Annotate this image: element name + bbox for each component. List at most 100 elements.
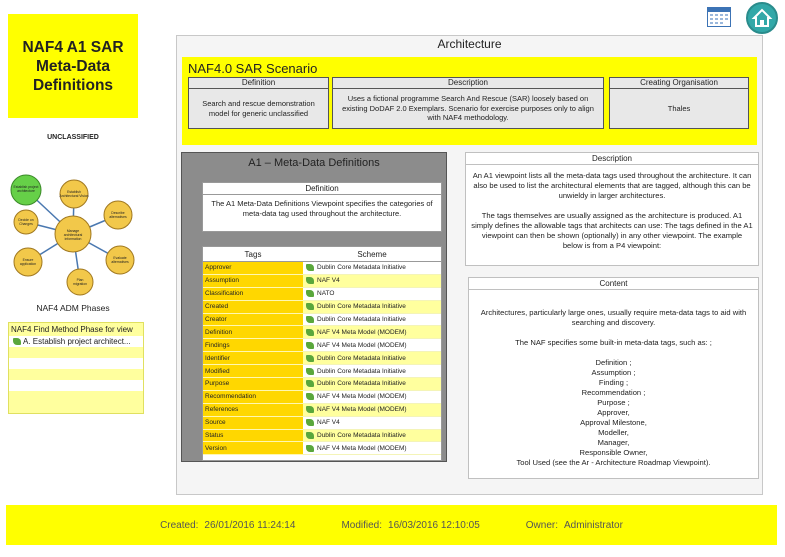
- modified-label: Modified:: [341, 519, 383, 531]
- page-title: NAF4 A1 SAR Meta-Data Definitions: [8, 14, 138, 118]
- tag-name: Modified: [203, 365, 303, 379]
- content-text: Architectures, particularly large ones, …: [480, 308, 747, 467]
- element-icon: [306, 264, 314, 272]
- table-row[interactable]: Version NAF V4 Meta Model (MODEM): [203, 442, 441, 456]
- tag-scheme: Dublin Core Metadata Initiative: [317, 303, 406, 311]
- table-row[interactable]: Creator Dublin Core Metadata Initiative: [203, 313, 441, 327]
- scenario-title: NAF4.0 SAR Scenario: [188, 61, 318, 76]
- scenario-description-text: Uses a fictional programme Search And Re…: [342, 94, 594, 123]
- find-method-item-label: A. Establish project architect...: [23, 337, 131, 346]
- scenario-organisation-box: Creating Organisation Thales: [609, 77, 749, 129]
- description-header: Description: [466, 153, 758, 165]
- adm-phases-diagram[interactable]: Establish project architecture Establish…: [6, 170, 140, 298]
- element-icon: [306, 316, 314, 323]
- tag-name: Purpose: [203, 378, 303, 391]
- table-row[interactable]: References NAF V4 Meta Model (MODEM): [203, 403, 441, 417]
- element-icon: [306, 303, 314, 311]
- table-row[interactable]: Findings NAF V4 Meta Model (MODEM): [203, 339, 441, 353]
- scheme-column-header: Scheme: [357, 249, 387, 259]
- table-row[interactable]: Created Dublin Core Metadata Initiative: [203, 300, 441, 314]
- tag-name: Creator: [203, 313, 303, 327]
- svg-text:alternatives: alternatives: [109, 215, 127, 219]
- description-panel: Description An A1 viewpoint lists all th…: [465, 152, 759, 266]
- tag-scheme: Dublin Core Metadata Initiative: [317, 432, 406, 440]
- content-header: Content: [469, 278, 758, 290]
- owner-value: Administrator: [564, 519, 623, 531]
- table-row[interactable]: Purpose Dublin Core Metadata Initiative: [203, 378, 441, 391]
- list-item: [9, 369, 143, 380]
- tag-scheme: NAF V4: [317, 277, 340, 285]
- tag-name: Assumption: [203, 274, 303, 288]
- owner-label: Owner:: [525, 519, 559, 531]
- tag-scheme: NATO: [317, 290, 335, 298]
- tag-scheme: Dublin Core Metadata Initiative: [317, 367, 406, 375]
- scenario-definition-header: Definition: [189, 78, 328, 89]
- tag-scheme: NAF V4: [317, 419, 340, 427]
- a1-definition-text: The A1 Meta-Data Definitions Viewpoint s…: [211, 199, 433, 218]
- tag-name: Recommendation: [203, 390, 303, 404]
- tag-scheme: NAF V4 Meta Model (MODEM): [317, 406, 407, 414]
- svg-text:migration: migration: [73, 282, 87, 286]
- description-text: An A1 viewpoint lists all the meta-data …: [471, 171, 753, 250]
- svg-text:alternatives: alternatives: [111, 260, 129, 264]
- tags-column-header: Tags: [244, 249, 262, 259]
- svg-text:architecture: architecture: [17, 189, 35, 193]
- table-row[interactable]: Status Dublin Core Metadata Initiative: [203, 429, 441, 443]
- footer-bar: Created: 26/01/2016 11:24:14 Modified: 1…: [6, 505, 777, 545]
- table-row[interactable]: Source NAF V4: [203, 416, 441, 430]
- element-icon: [13, 338, 21, 345]
- a1-definition-box: Definition The A1 Meta-Data Definitions …: [202, 182, 442, 232]
- svg-text:information: information: [65, 237, 82, 241]
- tag-name: Findings: [203, 339, 303, 353]
- element-icon: [306, 290, 314, 298]
- tag-scheme: Dublin Core Metadata Initiative: [317, 264, 406, 272]
- calendar-icon[interactable]: [707, 7, 731, 27]
- scenario-definition-box: Definition Search and rescue demonstrati…: [188, 77, 329, 129]
- element-icon: [306, 328, 314, 336]
- table-row[interactable]: Assumption NAF V4: [203, 274, 441, 288]
- tag-name: Definition: [203, 326, 303, 340]
- created-value: 26/01/2016 11:24:14: [204, 519, 296, 531]
- created-label: Created:: [160, 519, 199, 531]
- a1-title: A1 – Meta-Data Definitions: [248, 157, 380, 169]
- tag-name: Source: [203, 416, 303, 430]
- tag-name: Classification: [203, 287, 303, 301]
- svg-text:Architectural Vision: Architectural Vision: [60, 194, 89, 198]
- tag-name: Identifier: [203, 352, 303, 366]
- modified-value: 16/03/2016 12:10:05: [388, 519, 480, 531]
- table-row[interactable]: Recommendation NAF V4 Meta Model (MODEM): [203, 390, 441, 404]
- tag-name: Status: [203, 429, 303, 443]
- tag-scheme: NAF V4 Meta Model (MODEM): [317, 341, 407, 349]
- element-icon: [306, 277, 314, 285]
- tag-name: Version: [203, 442, 303, 456]
- tags-table-body: Approver Dublin Core Metadata Initiative …: [203, 262, 441, 456]
- find-method-item[interactable]: A. Establish project architect...: [9, 336, 143, 347]
- tag-scheme: Dublin Core Metadata Initiative: [317, 316, 406, 323]
- table-row[interactable]: Classification NATO: [203, 287, 441, 301]
- tag-name: Approver: [203, 262, 303, 275]
- list-item: [9, 347, 143, 358]
- element-icon: [306, 341, 314, 349]
- tag-scheme: NAF V4 Meta Model (MODEM): [317, 328, 407, 336]
- tags-table-header: Tags Scheme: [203, 247, 441, 262]
- scenario-description-header: Description: [333, 78, 603, 89]
- svg-text:application: application: [20, 262, 36, 266]
- scenario-definition-text: Search and rescue demonstration model fo…: [202, 99, 315, 118]
- content-panel: Content Architectures, particularly larg…: [468, 277, 759, 479]
- table-row[interactable]: Approver Dublin Core Metadata Initiative: [203, 262, 441, 275]
- home-icon[interactable]: [746, 2, 778, 34]
- table-row[interactable]: Modified Dublin Core Metadata Initiative: [203, 365, 441, 379]
- scenario-organisation-header: Creating Organisation: [610, 78, 748, 89]
- list-item: [9, 358, 143, 369]
- element-icon: [306, 419, 314, 427]
- element-icon: [306, 354, 314, 362]
- element-icon: [306, 367, 314, 375]
- list-item: [9, 380, 143, 391]
- tags-table: Tags Scheme Approver Dublin Core Metadata…: [202, 246, 442, 461]
- find-method-header: NAF4 Find Method Phase for view: [11, 325, 133, 334]
- table-row[interactable]: Definition NAF V4 Meta Model (MODEM): [203, 326, 441, 340]
- scenario-organisation-text: Thales: [667, 103, 691, 113]
- table-row[interactable]: Identifier Dublin Core Metadata Initiativ…: [203, 352, 441, 366]
- tag-name: Created: [203, 300, 303, 314]
- tag-scheme: Dublin Core Metadata Initiative: [317, 354, 406, 362]
